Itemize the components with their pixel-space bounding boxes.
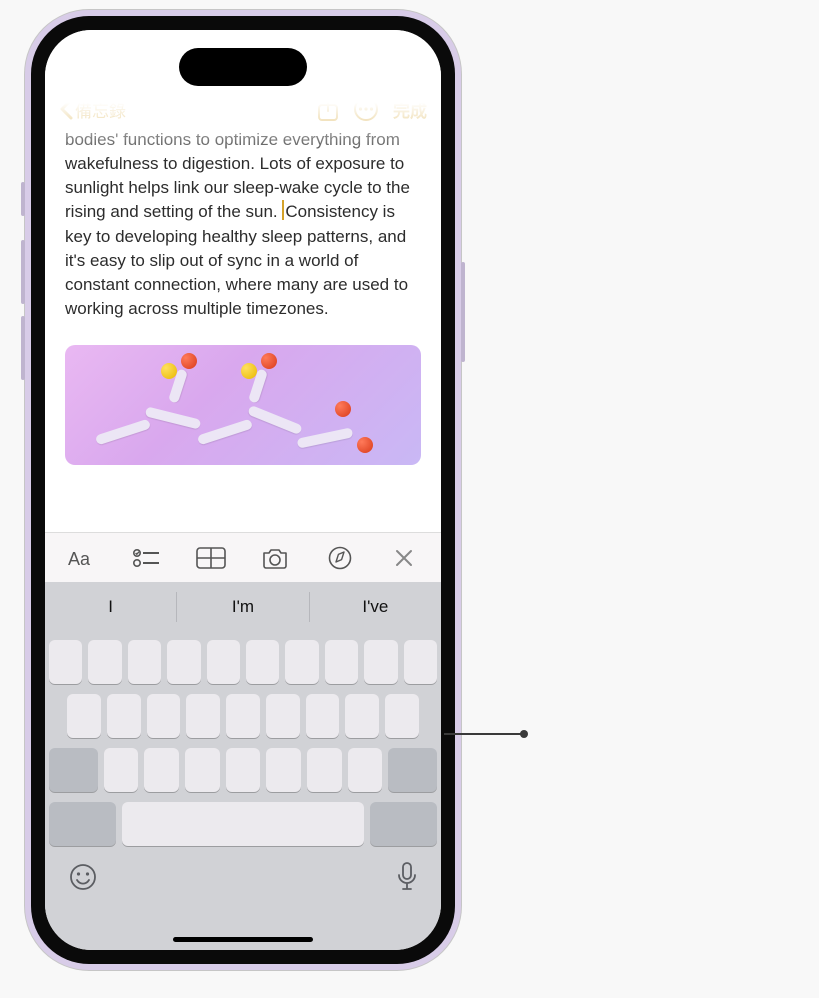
side-button[interactable] — [461, 262, 465, 362]
more-button[interactable] — [353, 96, 379, 122]
blank-key[interactable] — [364, 640, 397, 684]
prediction-1[interactable]: I — [45, 582, 176, 632]
blank-key[interactable] — [285, 640, 318, 684]
text-format-button[interactable]: Aa — [67, 543, 97, 573]
prediction-3[interactable]: I've — [309, 592, 441, 622]
blank-key[interactable] — [107, 694, 141, 738]
cellular-icon — [335, 58, 355, 70]
back-button[interactable]: 備忘錄 — [59, 97, 126, 122]
dynamic-island — [179, 48, 307, 86]
blank-key[interactable] — [49, 748, 98, 792]
blank-key[interactable] — [404, 640, 437, 684]
close-toolbar-button[interactable] — [389, 543, 419, 573]
nav-bar: 備忘錄 完成 — [45, 86, 441, 132]
emoji-button[interactable] — [69, 863, 97, 891]
blank-key[interactable] — [307, 748, 342, 792]
blank-key[interactable] — [49, 640, 82, 684]
table-button[interactable] — [196, 543, 226, 573]
volume-up-button[interactable] — [21, 240, 25, 304]
share-button[interactable] — [317, 96, 339, 122]
blank-key[interactable] — [325, 640, 358, 684]
blank-key[interactable] — [388, 748, 437, 792]
callout-line — [444, 733, 526, 735]
wifi-icon — [361, 58, 379, 71]
svg-text:Aa: Aa — [68, 549, 91, 569]
blank-key[interactable] — [226, 694, 260, 738]
volume-down-button[interactable] — [21, 316, 25, 380]
ringer-switch[interactable] — [21, 182, 25, 216]
blank-key[interactable] — [185, 748, 220, 792]
blank-key[interactable] — [266, 694, 300, 738]
prediction-2[interactable]: I'm — [176, 592, 308, 622]
blank-key[interactable] — [207, 640, 240, 684]
blank-key[interactable] — [246, 640, 279, 684]
blank-key[interactable] — [266, 748, 301, 792]
note-text-area[interactable]: bodies' functions to optimize everything… — [45, 128, 441, 321]
checklist-button[interactable] — [131, 543, 161, 573]
battery-icon — [385, 58, 413, 71]
chevron-left-icon — [59, 98, 73, 120]
note-attachment-image[interactable] — [65, 345, 421, 465]
home-indicator[interactable] — [173, 937, 313, 942]
status-time: 9:41 — [73, 54, 107, 74]
phone-frame: 9:41 — [25, 10, 461, 970]
blank-key[interactable] — [49, 802, 116, 846]
dictation-button[interactable] — [397, 862, 417, 892]
blank-key[interactable] — [345, 694, 379, 738]
predictive-text-bar: I I'm I've — [45, 582, 441, 632]
blank-key[interactable] — [104, 748, 139, 792]
blank-key[interactable] — [67, 694, 101, 738]
blank-key[interactable] — [306, 694, 340, 738]
done-button[interactable]: 完成 — [393, 97, 427, 122]
blank-key[interactable] — [147, 694, 181, 738]
blank-key[interactable] — [370, 802, 437, 846]
blank-key[interactable] — [226, 748, 261, 792]
back-label: 備忘錄 — [75, 97, 126, 122]
keyboard-trackpad-mode[interactable] — [45, 632, 441, 950]
camera-button[interactable] — [260, 543, 290, 573]
format-toolbar: Aa — [45, 532, 441, 582]
blank-key[interactable] — [88, 640, 121, 684]
blank-key[interactable] — [385, 694, 419, 738]
blank-key[interactable] — [128, 640, 161, 684]
markup-button[interactable] — [325, 543, 355, 573]
space-key[interactable] — [122, 802, 363, 846]
blank-key[interactable] — [186, 694, 220, 738]
blank-key[interactable] — [167, 640, 200, 684]
blank-key[interactable] — [144, 748, 179, 792]
blank-key[interactable] — [348, 748, 383, 792]
